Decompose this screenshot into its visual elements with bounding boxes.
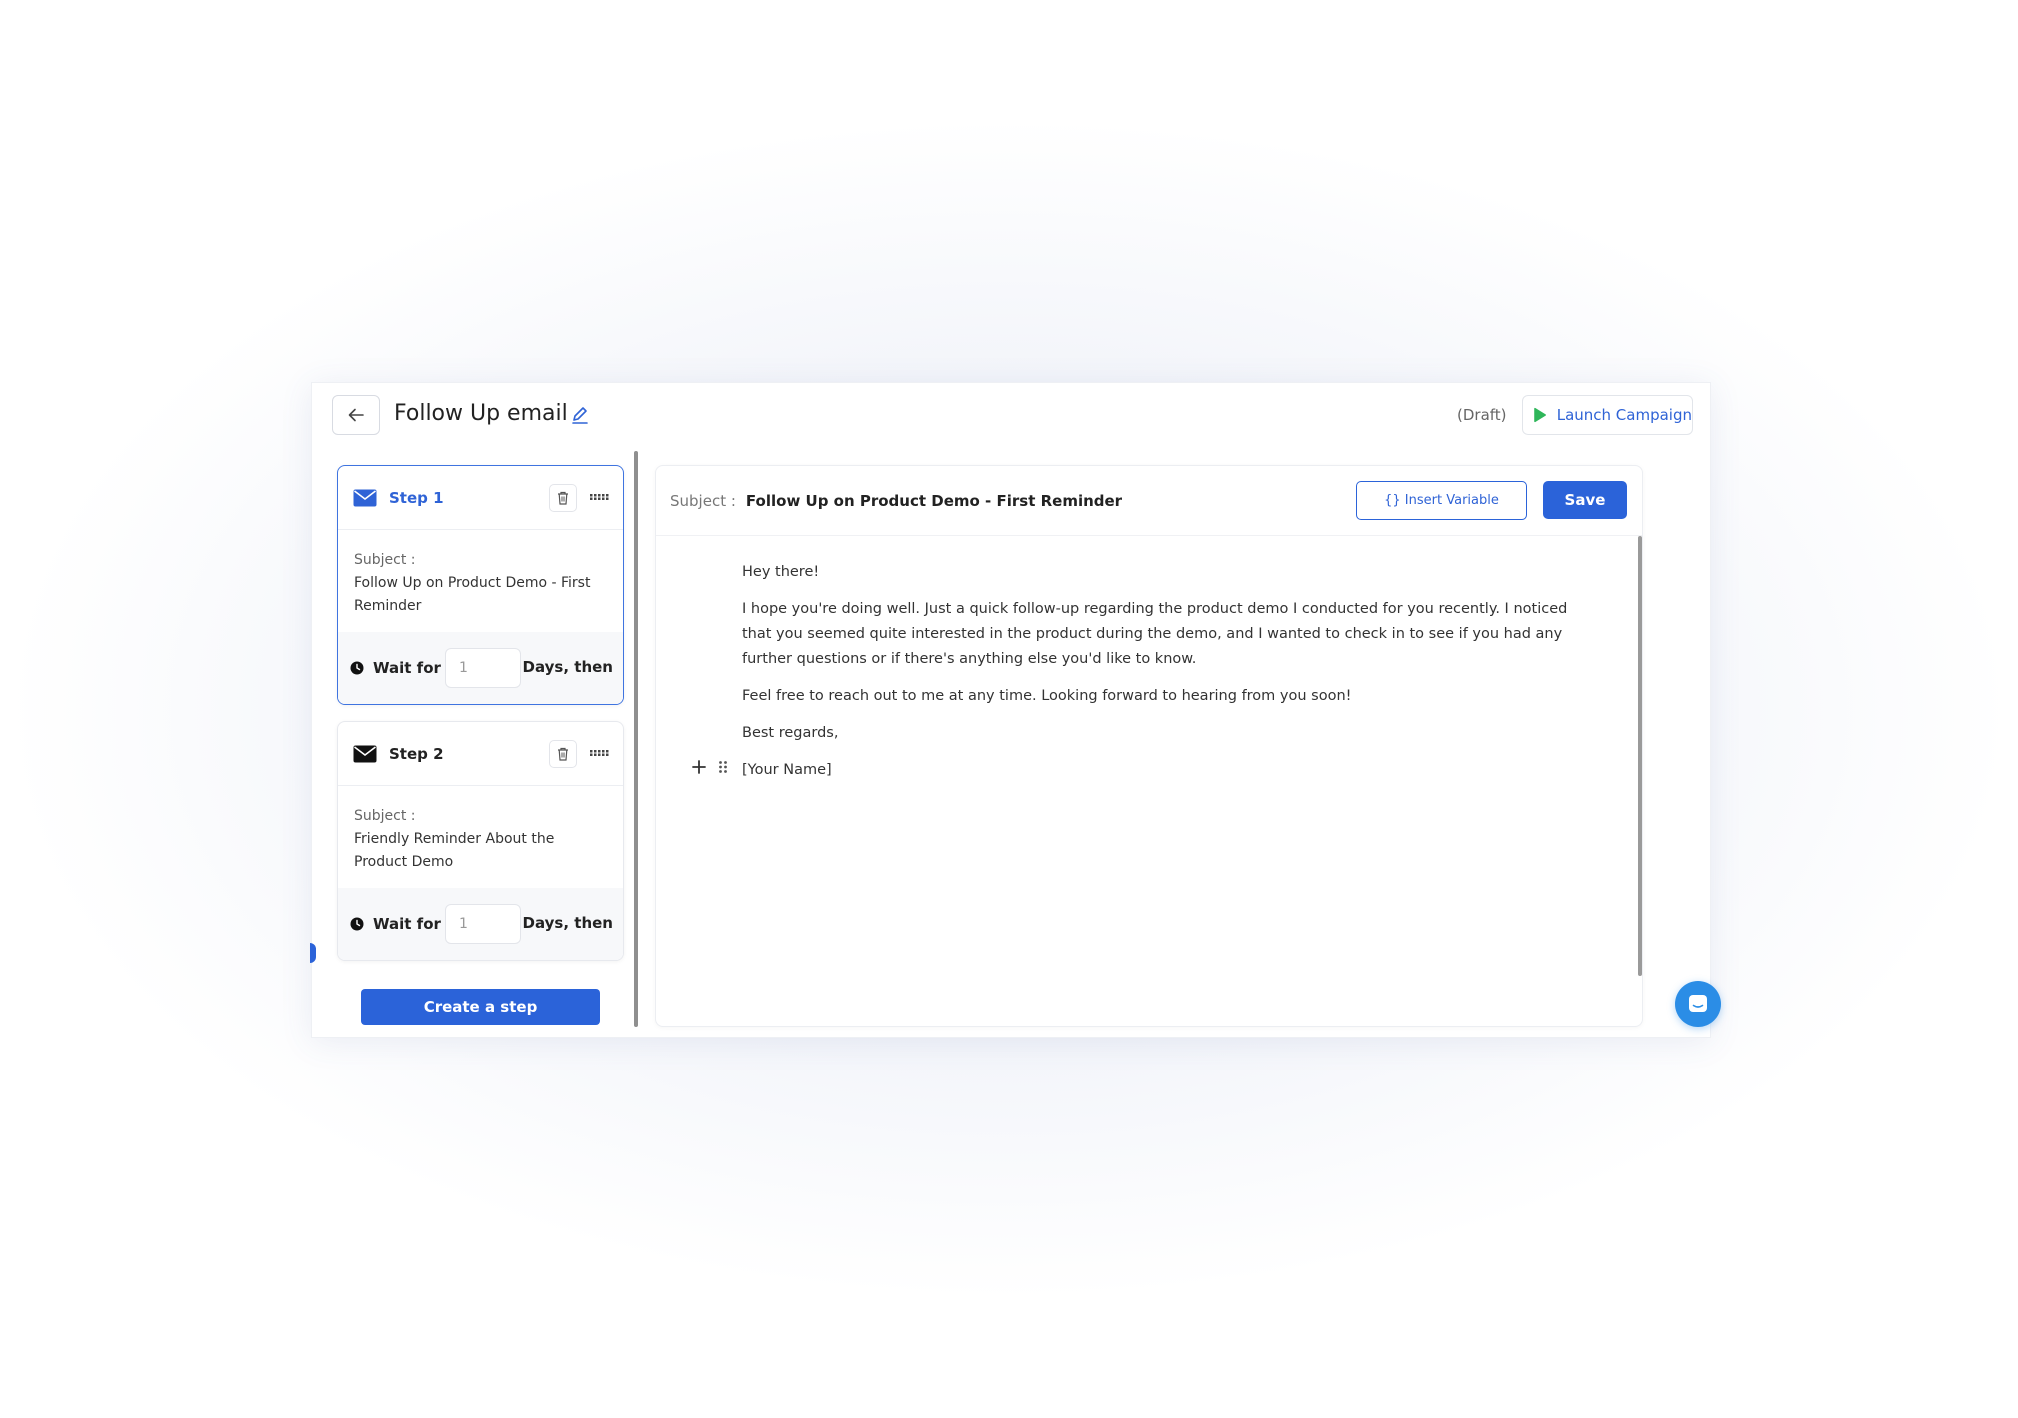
editor-subject-row: Subject : Follow Up on Product Demo - Fi… xyxy=(656,466,1642,536)
block-tools xyxy=(692,760,728,774)
launch-campaign-label: Launch Campaign xyxy=(1556,406,1692,424)
envelope-icon xyxy=(353,745,377,762)
body-paragraph: Feel free to reach out to me at any time… xyxy=(742,688,1352,704)
launch-campaign-button[interactable]: Launch Campaign xyxy=(1522,395,1693,435)
trash-icon xyxy=(558,747,568,761)
subject-value[interactable]: Follow Up on Product Demo - First Remind… xyxy=(746,492,1122,510)
step-title: Step 2 xyxy=(389,744,444,763)
email-editor: Subject : Follow Up on Product Demo - Fi… xyxy=(655,465,1643,1027)
wait-days-input[interactable] xyxy=(445,904,521,944)
panel-edge-handle[interactable] xyxy=(310,943,316,963)
drag-dots-icon[interactable] xyxy=(718,760,728,774)
wait-days-input[interactable] xyxy=(445,648,521,688)
pencil-icon[interactable] xyxy=(570,405,590,425)
insert-variable-label: {} Insert Variable xyxy=(1384,493,1499,508)
step-subject: Follow Up on Product Demo - First Remind… xyxy=(354,575,591,614)
arrow-left-icon xyxy=(348,408,364,422)
plus-icon[interactable] xyxy=(692,760,706,774)
body-paragraph: I hope you're doing well. Just a quick f… xyxy=(742,601,1568,667)
back-button[interactable] xyxy=(332,395,380,435)
step-card-1[interactable]: Step 1 Subject : Follow Up on Product De… xyxy=(337,465,624,705)
status-badge: (Draft) xyxy=(1457,406,1507,424)
clock-icon xyxy=(350,917,364,931)
chat-button[interactable] xyxy=(1675,981,1721,1027)
campaign-window: Follow Up email (Draft) Launch Campaign … xyxy=(310,382,1721,1038)
step-title: Step 1 xyxy=(389,488,444,507)
email-body[interactable]: Hey there! I hope you're doing well. Jus… xyxy=(742,560,1572,795)
days-label: Days, then xyxy=(522,658,613,676)
steps-panel: Step 1 Subject : Follow Up on Product De… xyxy=(337,465,625,1025)
step-subject: Friendly Reminder About the Product Demo xyxy=(354,831,555,870)
envelope-icon xyxy=(353,489,377,506)
step-header: Step 2 xyxy=(338,722,623,786)
wait-label: Wait for xyxy=(373,659,441,677)
step-body: Subject : Follow Up on Product Demo - Fi… xyxy=(338,530,623,632)
body-paragraph: [Your Name] xyxy=(742,762,832,778)
days-label: Days, then xyxy=(522,914,613,932)
clock-icon xyxy=(350,661,364,675)
subject-label: Subject : xyxy=(670,491,736,510)
trash-icon xyxy=(558,491,568,505)
step-body: Subject : Friendly Reminder About the Pr… xyxy=(338,786,623,888)
create-step-button[interactable]: Create a step xyxy=(361,989,600,1025)
step-subject-label: Subject : xyxy=(354,808,416,824)
step-wait-row: Wait for Days, then xyxy=(338,888,623,960)
insert-variable-button[interactable]: {} Insert Variable xyxy=(1356,481,1527,520)
grip-icon[interactable] xyxy=(589,490,609,504)
delete-step-button[interactable] xyxy=(549,484,577,512)
step-wait-row: Wait for Days, then xyxy=(338,632,623,704)
step-header: Step 1 xyxy=(338,466,623,530)
body-paragraph: Hey there! xyxy=(742,564,820,580)
save-button[interactable]: Save xyxy=(1543,481,1627,519)
editor-scrollbar[interactable] xyxy=(1638,536,1642,976)
grip-icon[interactable] xyxy=(589,746,609,760)
delete-step-button[interactable] xyxy=(549,740,577,768)
step-card-2[interactable]: Step 2 Subject : Friendly Reminder About… xyxy=(337,721,624,961)
chat-icon xyxy=(1689,995,1707,1012)
play-icon xyxy=(1534,407,1546,423)
wait-label: Wait for xyxy=(373,915,441,933)
body-paragraph: Best regards, xyxy=(742,725,839,741)
step-subject-label: Subject : xyxy=(354,552,416,568)
steps-scrollbar[interactable] xyxy=(634,451,638,1027)
page-title: Follow Up email xyxy=(394,401,568,426)
